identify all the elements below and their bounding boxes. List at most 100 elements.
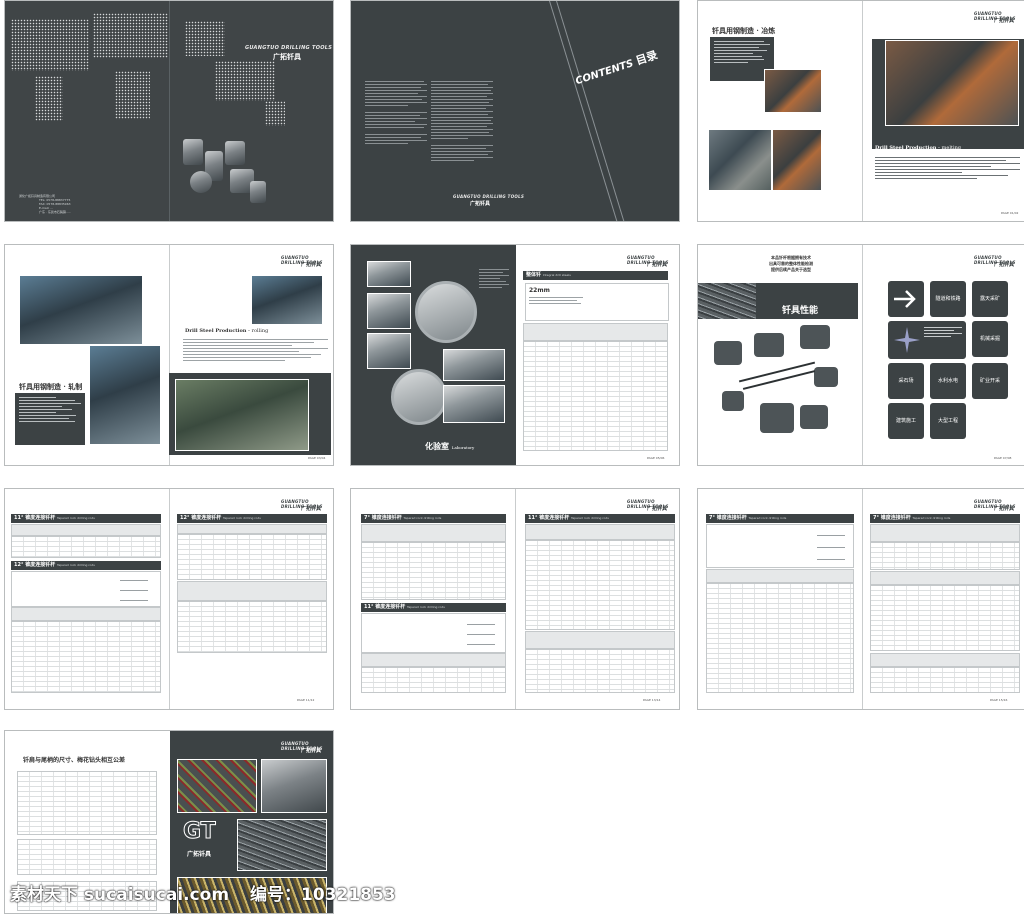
table-title-cn: 锥度连接钎杆	[539, 515, 570, 521]
page-number: PAGE 01/02	[1001, 211, 1019, 215]
table-title-en: Tapered rock drilling rods	[56, 563, 95, 567]
spec-box	[361, 613, 506, 653]
rolling-en-text	[183, 339, 328, 363]
world-map-dots	[215, 61, 275, 101]
spine	[169, 489, 170, 709]
hex-callout	[714, 341, 742, 365]
taper-angle: 11°	[528, 515, 538, 521]
rolling-bullet-box	[15, 393, 85, 445]
brand-en: GUANGTUO DRILLING TOOLS	[245, 45, 333, 51]
page-number: PAGE 15/16	[990, 698, 1008, 702]
cover-contact: 通化广拓钎具制造有限公司 TEL: 0578-88837775 FAX: 057…	[19, 194, 99, 214]
spine	[169, 1, 170, 221]
brand-cn: 广拓钎具	[470, 201, 491, 207]
spec-box	[11, 571, 161, 607]
hex-callout	[754, 333, 784, 357]
table-header	[361, 524, 506, 542]
hex-callout	[800, 325, 830, 349]
intro-en-text	[431, 81, 493, 163]
table-title-en: Tapered rock drilling rods	[406, 605, 445, 609]
hex-callout	[800, 405, 828, 429]
world-map-dots	[93, 13, 168, 58]
table-title-cn: 锥度连接钎杆	[880, 515, 911, 521]
smelting-title-cn: 钎具用钢制造 · 冶炼	[712, 26, 776, 35]
contents-title-en: CONTENTS	[574, 58, 635, 88]
lab-list	[479, 269, 509, 290]
lab-circle-photo	[415, 281, 477, 343]
product-photo	[237, 819, 327, 871]
contents-title: CONTENTS 目录	[573, 47, 659, 89]
brand-cn: 广拓钎具	[647, 506, 668, 512]
taper-angle: 7°	[873, 515, 879, 521]
table-title-en: Tapered rock drilling rods	[570, 516, 609, 520]
page-number: PAGE 13/14	[643, 698, 661, 702]
data-table	[525, 649, 675, 693]
table-header	[361, 653, 506, 667]
spine	[862, 489, 863, 709]
table-title-en: Tapered rock drilling rods	[403, 516, 442, 520]
table-title: 11° 锥度连接钎杆 Tapered rock drilling rods	[525, 514, 675, 523]
lab-table-title: 整体钎 Integral drill steels	[523, 271, 668, 280]
rolling-title-en-suffix: rolling	[251, 328, 269, 334]
drill-bits-image	[225, 141, 245, 165]
brand-cn: 广拓钎具	[301, 262, 322, 268]
taper-angle: 7°	[709, 515, 715, 521]
brand-cn: 广拓钎具	[273, 52, 301, 61]
lab-table-title-en: Integral drill steels	[542, 273, 571, 277]
world-map-dots	[115, 71, 150, 119]
lab-photo	[367, 293, 411, 329]
rolling-photo	[89, 345, 161, 445]
smelting-photo	[764, 69, 822, 113]
data-table	[870, 667, 1020, 693]
intro-cn-text	[365, 81, 427, 146]
spec-box	[706, 524, 854, 568]
performance-intro: 本品钎杆根据拥有技术 出具可靠的整体性能检测 提供后续产品关于选型	[726, 255, 856, 273]
taper-angle: 11°	[14, 515, 24, 521]
page-number: PAGE 05/06	[647, 456, 665, 460]
table-header	[525, 524, 675, 540]
taper-angle: 12°	[14, 562, 24, 568]
lab-photo	[367, 261, 411, 287]
table-title-en: Tapered rock drilling rods	[912, 516, 951, 520]
drill-bits-image	[250, 181, 266, 203]
brand-en: GUANGTUO DRILLING TOOLS	[453, 194, 525, 199]
smelting-sheet: GUANGTUO DRILLING TOOLS 广拓钎具 钎具用钢制造 · 冶炼…	[697, 0, 1024, 222]
table-title-en: Tapered rock drilling rods	[222, 516, 261, 520]
table-header	[706, 569, 854, 583]
world-map-dots	[35, 76, 63, 121]
table-title-cn: 锥度连接钎杆	[371, 515, 402, 521]
arrow-tile	[888, 281, 924, 317]
application-tile: 露天采矿	[972, 281, 1008, 317]
smelting-photo	[772, 129, 822, 191]
brand-cn: 广拓钎具	[994, 18, 1015, 24]
data-table	[523, 341, 668, 451]
application-tile: 大型工程	[930, 403, 966, 439]
rolling-title-en-main: Drill Steel Production	[185, 328, 247, 334]
table-title-cn: 锥度连接钎杆	[716, 515, 747, 521]
table-title-en: Tapered rock drilling rods	[56, 516, 95, 520]
table-header	[523, 323, 668, 341]
product-photo	[177, 759, 257, 813]
lab-table-title-cn: 整体钎	[526, 272, 542, 278]
application-tile: 隧道和铁路	[930, 281, 966, 317]
rolling-title-en: Drill Steel Production · rolling	[185, 328, 269, 334]
table-title-cn: 锥度连接钎杆	[191, 515, 222, 521]
taper-angle: 12°	[180, 515, 190, 521]
rolling-main-photo	[175, 379, 309, 451]
table-header	[870, 653, 1020, 667]
intro-line: 提供后续产品关于选型	[771, 267, 811, 272]
spine	[515, 489, 516, 709]
world-map-dots	[185, 21, 225, 56]
table-title: 12° 锥度连接钎杆 Tapered rock drilling rods	[177, 514, 327, 523]
contents-sheet: CONTENTS 目录 GUANGTUO DRILLING TOOLS 广拓钎具	[350, 0, 680, 222]
size-box: 22mm	[525, 283, 669, 321]
table-title: 7° 锥度连接钎杆 Tapered rock drilling rods	[870, 514, 1020, 523]
application-tile: 机械采掘	[972, 321, 1008, 357]
drill-rod-line	[742, 370, 816, 390]
tolerance-table	[17, 839, 157, 875]
spine	[862, 1, 863, 221]
data-table	[706, 583, 854, 693]
brand-cn: 广拓钎具	[301, 748, 322, 754]
watermark-site: 素材天下 sucaisucai.com	[10, 885, 230, 905]
hex-callout	[722, 391, 744, 411]
